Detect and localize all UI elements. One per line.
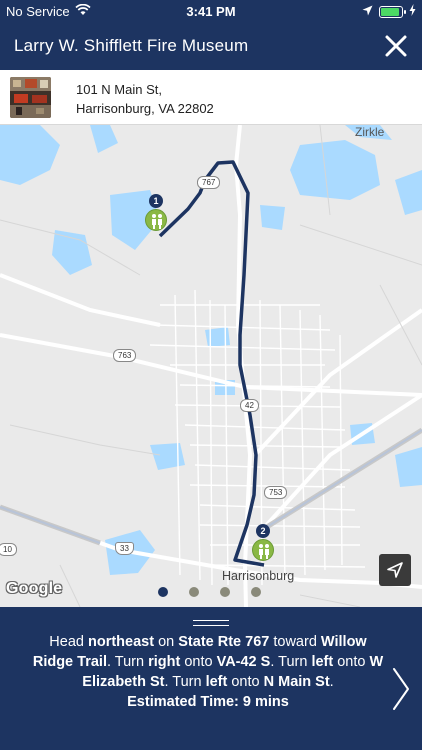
dir-bold-1: northeast	[87, 634, 155, 650]
chevron-right-icon	[393, 668, 409, 710]
map-label-harrisonburg: Harrisonburg	[222, 569, 295, 583]
road-shield-763: 763	[113, 349, 137, 362]
battery-icon	[379, 5, 406, 18]
address-line-2: Harrisonburg, VA 22802	[76, 101, 214, 116]
road-shield-767: 767	[197, 176, 221, 189]
route-marker-1[interactable]	[145, 209, 167, 231]
page-dot-2[interactable]	[189, 587, 199, 597]
dir-bold-8: left	[205, 674, 228, 690]
address-row: 101 N Main St, Harrisonburg, VA 22802	[0, 70, 422, 125]
family-icon	[259, 544, 269, 559]
dir-text-1: Head	[49, 634, 88, 650]
road-shield-753: 753	[264, 486, 288, 499]
dir-text-4: . Turn	[106, 654, 149, 670]
navigation-arrow-icon	[387, 562, 403, 578]
directions-panel: Head northeast on State Rte 767 toward W…	[0, 607, 422, 750]
directions-text: Head northeast on State Rte 767 toward W…	[30, 632, 386, 712]
road-shield-42: 42	[240, 399, 259, 412]
dir-text-10: .	[329, 674, 334, 690]
page-dot-4[interactable]	[251, 587, 261, 597]
page-title: Larry W. Shifflett Fire Museum	[14, 36, 249, 55]
dir-bold-9: N Main St	[263, 674, 330, 690]
address-text: 101 N Main St, Harrisonburg, VA 22802	[76, 80, 214, 118]
status-right	[362, 4, 416, 19]
dir-text-5: onto	[180, 654, 217, 670]
next-step-button[interactable]	[390, 665, 412, 713]
close-icon	[385, 35, 407, 57]
google-attribution: Google	[6, 580, 63, 597]
road-shield-10: 10	[0, 543, 17, 556]
route-marker-2-number: 2	[256, 524, 270, 538]
close-button[interactable]	[382, 32, 410, 60]
drag-handle-icon[interactable]	[193, 620, 229, 626]
road-shield-33: 33	[115, 542, 134, 555]
dir-text-7: onto	[333, 654, 370, 670]
route-marker-1-number: 1	[149, 194, 163, 208]
dir-text-6: . Turn	[270, 654, 312, 670]
dir-bold-2: State Rte 767	[178, 634, 270, 650]
page-dot-3[interactable]	[220, 587, 230, 597]
page-dot-1[interactable]	[158, 587, 168, 597]
dir-bold-6: left	[311, 654, 334, 670]
nav-bar: Larry W. Shifflett Fire Museum	[0, 22, 422, 70]
family-icon	[152, 214, 162, 229]
charging-bolt-icon	[409, 4, 416, 19]
page-indicator	[158, 587, 261, 597]
museum-thumbnail	[10, 77, 51, 118]
address-line-1: 101 N Main St,	[76, 82, 162, 97]
dir-bold-5: VA-42 S	[216, 654, 271, 670]
dir-text-9: onto	[227, 674, 264, 690]
dir-text-3: toward	[269, 634, 321, 650]
location-arrow-icon	[362, 4, 373, 19]
status-time: 3:41 PM	[186, 4, 236, 19]
route-marker-2[interactable]	[252, 539, 274, 561]
map-label-zirkle: Zirkle	[355, 125, 385, 139]
dir-bold-4: right	[148, 654, 181, 670]
battery-fill	[381, 7, 399, 16]
map-canvas[interactable]	[0, 125, 422, 607]
locate-me-button[interactable]	[379, 554, 411, 586]
dir-text-2: on	[154, 634, 179, 650]
estimated-time: Estimated Time: 9 mins	[127, 694, 289, 710]
map-view[interactable]: Zirkle Harrisonburg 767 763 42 753 33 10…	[0, 125, 422, 607]
dir-text-8: . Turn	[164, 674, 206, 690]
status-bar: No Service 3:41 PM	[0, 0, 422, 22]
